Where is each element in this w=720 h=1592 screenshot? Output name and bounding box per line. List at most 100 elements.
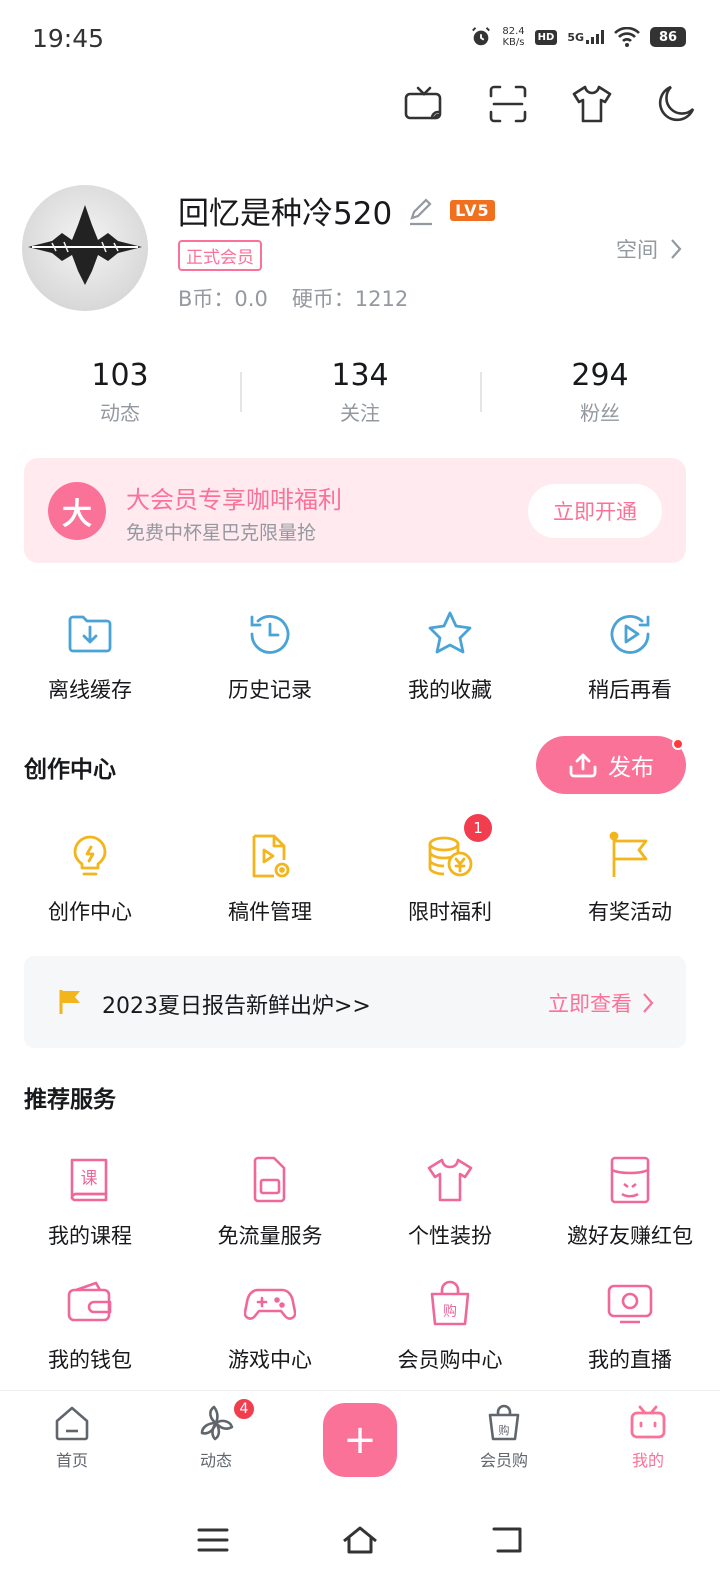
coin-balance[interactable]: 硬币：1212 [292,283,408,313]
menu-icon[interactable] [196,1526,230,1554]
tab-dynamics[interactable]: 4 动态 [144,1391,288,1488]
bcoin-balance[interactable]: B币：0.0 [178,283,268,313]
history-clock-icon [250,615,290,654]
creator-label: 有奖活动 [588,900,672,924]
battery-indicator: 86 [650,27,686,47]
vip-promo-title: 大会员专享咖啡福利 [126,486,342,514]
quick-actions-row: 离线缓存 历史记录 我的收藏 稍后再看 [0,608,720,704]
history-item[interactable]: 历史记录 [180,608,360,704]
space-link[interactable]: 空间 [616,234,682,264]
my-wallet-item[interactable]: 我的钱包 [0,1278,180,1374]
bottom-tab-bar: 首页 4 动态 + 购 会员购 我的 [0,1390,720,1488]
my-live-item[interactable]: 我的直播 [540,1278,720,1374]
flag-icon [609,831,648,877]
stat-value: 103 [91,358,149,393]
avatar-logo-image [28,205,142,285]
limited-welfare-item[interactable]: 1 限时福利 [360,814,540,926]
summer-report-banner[interactable]: 2023夏日报告新鲜出炉>> 立即查看 [24,956,686,1048]
wifi-icon [614,27,640,47]
tab-label: 我的 [631,1451,664,1470]
service-label: 我的课程 [48,1224,132,1248]
vip-promo-subtitle: 免费中杯星巴克限量抢 [126,522,317,544]
publish-red-dot [672,738,684,750]
publish-button[interactable]: 发布 [536,736,686,794]
favorites-item[interactable]: 我的收藏 [360,608,540,704]
back-icon[interactable] [490,1525,524,1555]
avatar[interactable] [22,185,148,311]
username: 回忆是种冷520 [178,196,393,232]
watch-later-item[interactable]: 稍后再看 [540,608,720,704]
network-speed: 82.4 KB/s [502,26,524,48]
report-view-link[interactable]: 立即查看 [548,988,654,1018]
manuscript-item[interactable]: 稿件管理 [180,830,360,926]
tab-create[interactable]: + [288,1391,432,1488]
home-nav-icon[interactable] [341,1525,379,1555]
system-nav-bar [0,1488,720,1592]
network-type: 5G [567,31,584,44]
report-action-label: 立即查看 [548,992,632,1016]
live-tv-icon [607,1284,653,1324]
course-book-icon: 课 [70,1158,108,1202]
game-center-item[interactable]: 游戏中心 [180,1278,360,1374]
svg-text:课: 课 [81,1169,98,1189]
scan-icon[interactable] [486,82,530,126]
service-label: 会员购中心 [397,1348,503,1372]
home-icon [55,1406,89,1441]
stat-label: 动态 [100,401,140,425]
speed-value: 82.4 [502,26,525,37]
plus-icon[interactable]: + [323,1403,397,1477]
edit-pencil-icon[interactable] [406,196,436,226]
download-folder-icon [68,615,112,653]
lightbulb-icon [73,835,107,876]
offline-cache-item[interactable]: 离线缓存 [0,608,180,704]
service-label: 我的直播 [588,1348,672,1372]
creator-center-item[interactable]: 创作中心 [0,830,180,926]
stat-label: 粉丝 [580,401,620,425]
service-label: 我的钱包 [48,1348,132,1372]
status-bar: 19:45 82.4 KB/s HD 5G 86 [0,0,720,80]
coins-row: B币：0.0 硬币：1212 [178,283,408,313]
services-row-2: 我的钱包 游戏中心 购 会员购中心 我的直播 [0,1278,720,1374]
upload-icon [569,753,597,778]
gamepad-icon [244,1288,296,1320]
stat-label: 关注 [340,401,380,425]
yellow-flag-icon [59,990,80,1014]
tv-cast-icon[interactable] [402,82,446,126]
tab-mine[interactable]: 我的 [576,1391,720,1488]
tshirt-icon [427,1158,473,1202]
action-label: 稍后再看 [588,678,672,702]
service-label: 免流量服务 [217,1224,323,1248]
action-label: 离线缓存 [48,678,132,702]
creator-label: 创作中心 [48,900,132,924]
free-traffic-item[interactable]: 免流量服务 [180,1154,360,1250]
tshirt-icon[interactable] [570,82,614,126]
services-row-1: 课 我的课程 免流量服务 个性装扮 邀好友赚红包 [0,1154,720,1250]
top-toolbar [402,82,698,126]
my-course-item[interactable]: 课 我的课程 [0,1154,180,1250]
night-mode-icon[interactable] [654,82,698,126]
vip-status-badge[interactable]: 正式会员 [178,240,262,271]
stat-dynamics[interactable]: 103 动态 [0,358,240,438]
tab-home[interactable]: 首页 [0,1391,144,1488]
chevron-right-icon [643,993,654,1013]
username-row: 回忆是种冷520 LV5 [178,188,495,233]
space-label: 空间 [616,238,658,262]
tab-vip-shop[interactable]: 购 会员购 [432,1391,576,1488]
coins-icon-wrap: 1 [424,814,492,882]
prize-activity-item[interactable]: 有奖活动 [540,830,720,926]
vip-promo-banner[interactable]: 大 大会员专享咖啡福利 免费中杯星巴克限量抢 立即开通 [24,458,686,563]
vip-logo-icon: 大 [48,482,106,540]
level-badge: LV5 [450,200,495,221]
tab-label: 动态 [199,1451,232,1470]
wallet-icon [67,1281,112,1322]
stat-followers[interactable]: 294 粉丝 [480,358,720,438]
vip-shop-center-item[interactable]: 购 会员购中心 [360,1278,540,1374]
vip-open-button[interactable]: 立即开通 [528,484,662,538]
stat-following[interactable]: 134 关注 [240,358,480,438]
shopping-bag-icon: 购 [430,1280,470,1326]
invite-friends-item[interactable]: 邀好友赚红包 [540,1154,720,1250]
stat-value: 134 [331,358,389,393]
sim-card-icon [253,1156,286,1203]
personal-dressup-item[interactable]: 个性装扮 [360,1154,540,1250]
invite-redpacket-icon [610,1156,650,1204]
